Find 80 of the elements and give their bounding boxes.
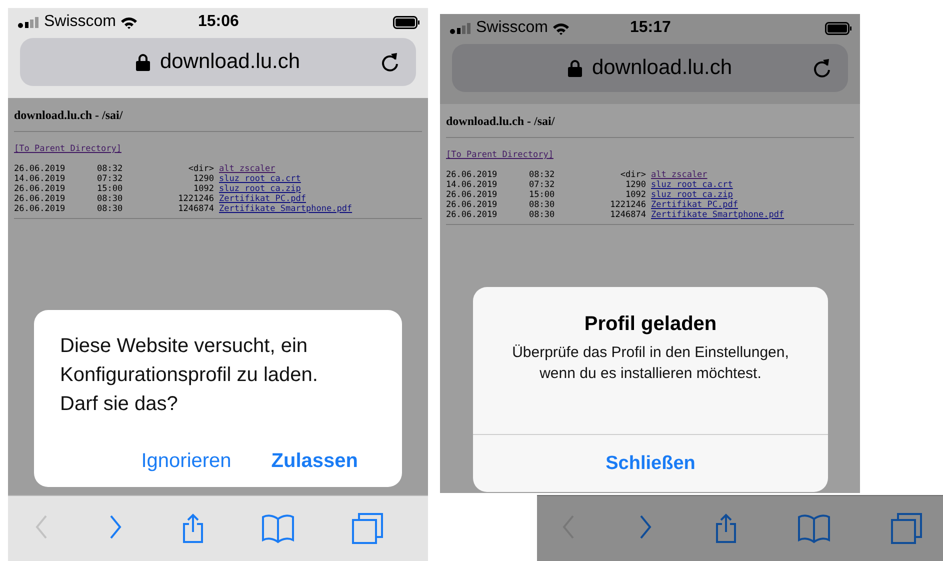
status-time: 15:06 [198,13,239,31]
url-text: download.lu.ch [592,56,732,80]
entry-size: 1092 [624,190,646,200]
book-button[interactable] [260,513,295,544]
tabs-icon [351,513,384,544]
file-link[interactable]: sluz_root_ca.crt [219,174,301,184]
dialog-button[interactable]: Schließen [606,452,696,474]
file-link[interactable]: Zertifikat_PC.pdf [651,200,738,210]
signal-icon [18,16,40,28]
parent-directory-link[interactable]: [To Parent Directory] [14,144,122,154]
tabs-icon [890,513,923,544]
entry-time: 08:30 [529,210,556,220]
entry-date: 14.06.2019 [14,174,66,184]
battery-icon [825,22,852,34]
entry-date: 26.06.2019 [446,200,498,210]
entry-size: 1221246 [609,200,646,210]
entry-time: 15:00 [529,190,556,200]
entry-time: 08:32 [529,170,556,180]
file-link[interactable]: Zertifikate_Smartphone.pdf [219,204,352,214]
entry-time: 08:32 [97,164,124,174]
address-bar[interactable]: download.lu.ch [20,38,416,86]
book-button[interactable] [796,513,831,544]
status-time: 15:17 [630,19,671,37]
entry-size: <dir> [187,164,214,174]
file-link[interactable]: alt_zscaler [219,164,276,174]
book-icon [796,513,831,544]
entry-time: 15:00 [97,184,124,194]
entry-date: 26.06.2019 [446,210,498,220]
share-icon [714,513,738,544]
entry-time: 07:32 [97,174,124,184]
entry-date: 26.06.2019 [14,184,66,194]
page-heading: download.lu.ch - /sai/ [446,114,556,129]
share-button[interactable] [714,513,738,544]
entry-size: 1092 [192,184,214,194]
file-link[interactable]: Zertifikate_Smartphone.pdf [651,210,784,220]
battery-icon [393,16,420,28]
file-link[interactable]: sluz_root_ca.zip [651,190,733,200]
url-text: download.lu.ch [160,50,300,74]
dialog-button[interactable]: Zulassen [271,450,358,473]
page-heading: download.lu.ch - /sai/ [14,108,124,123]
entry-time: 08:30 [97,194,124,204]
entry-size: 1221246 [177,194,214,204]
file-link[interactable]: alt_zscaler [651,170,708,180]
lock-icon [136,53,150,71]
entry-size: 1290 [192,174,214,184]
file-link[interactable]: sluz_root_ca.crt [651,180,733,190]
entry-time: 07:32 [529,180,556,190]
reload-icon [812,57,832,79]
tabs-button[interactable] [890,513,923,544]
dialog-message: Überprüfe das Profil in den Einstellungen, wenn du es installieren möchtest. [511,343,790,384]
carrier-name: Swisscom [476,19,548,37]
entry-size: 1246874 [609,210,646,220]
signal-icon [450,22,472,34]
carrier-name: Swisscom [44,13,116,31]
entry-date: 26.06.2019 [14,164,66,174]
entry-date: 26.06.2019 [14,204,66,214]
book-icon [260,513,295,544]
file-link[interactable]: sluz_root_ca.zip [219,184,301,194]
entry-time: 08:30 [97,204,124,214]
entry-size: 1290 [624,180,646,190]
entry-size: 1246874 [177,204,214,214]
share-icon [180,513,204,544]
dialog-message: Diese Website versucht, ein Konfigurationsprofil zu laden. Darf sie das? [60,334,319,417]
entry-date: 26.06.2019 [446,170,498,180]
entry-size: <dir> [619,170,646,180]
parent-directory-link[interactable]: [To Parent Directory] [446,150,554,160]
entry-date: 26.06.2019 [14,194,66,204]
wifi-icon [552,22,570,34]
entry-date: 14.06.2019 [446,180,498,190]
reload-icon [380,51,400,73]
address-bar[interactable]: download.lu.ch [452,44,848,92]
file-link[interactable]: Zertifikat_PC.pdf [219,194,306,204]
entry-time: 08:30 [529,200,556,210]
tabs-button[interactable] [351,513,384,544]
dialog-button[interactable]: Ignorieren [141,450,232,473]
lock-icon [568,59,582,77]
entry-date: 26.06.2019 [446,190,498,200]
share-button[interactable] [180,513,204,544]
dialog-title: Profil geladen [583,313,718,336]
wifi-icon [120,16,138,28]
